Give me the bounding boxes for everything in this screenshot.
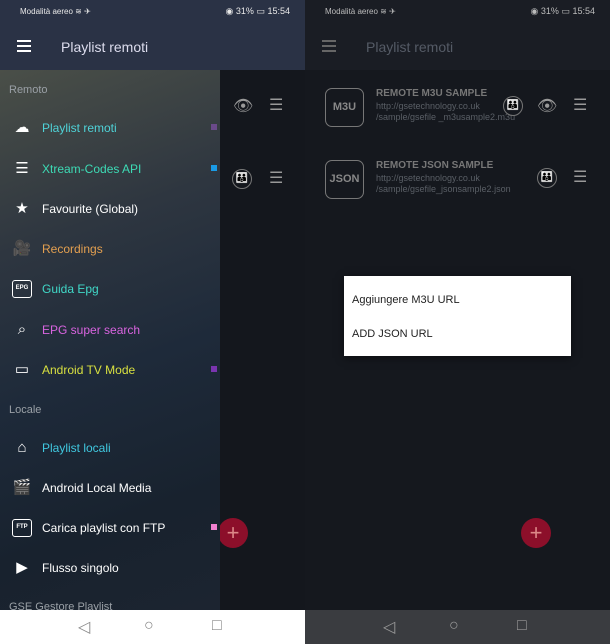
drawer-item[interactable]: FTP Carica playlist con FTP [0,510,220,546]
drawer-item-label: Guida Epg [42,282,99,296]
drawer-item[interactable]: ☁ Playlist remoti [0,110,220,146]
recents-button[interactable]: □ [212,617,222,635]
list-menu-icon[interactable]: ☰ [269,168,283,188]
drawer-item-label: Recordings [42,242,103,256]
list-menu-icon[interactable]: ☰ [269,95,283,115]
battery-icon: ▭ [561,6,570,16]
section-local: Locale [9,404,42,416]
playlist-title: REMOTE JSON SAMPLE [376,160,494,171]
search-icon: ⌕ [17,321,27,338]
battery-icon: ▭ [256,6,265,16]
drawer-item[interactable]: ▶ Flusso singolo [0,550,220,586]
clapper-icon: 🎬 [12,479,32,496]
clock: 15:54 [572,6,595,16]
json-logo: JSON [325,160,364,199]
drawer-item[interactable]: 🎥 Recordings [0,231,220,267]
playlist-card[interactable]: JSON REMOTE JSON SAMPLE http://gsetechno… [323,160,603,220]
toolbar-title: Playlist remoti [366,39,454,55]
drawer-item[interactable]: EPG Guida Epg [0,271,220,307]
playlist-url: http://gsetechnology.co.uk /sample/gsefi… [376,173,511,194]
airplane-icon: ✈ [84,7,91,16]
m3u-logo: M3U [325,88,364,127]
drawer-item-label: EPG super search [42,323,141,337]
drawer-item-label: Android Local Media [42,481,152,495]
battery-text: 31% [540,6,559,16]
back-button[interactable]: ◁ [78,617,90,637]
drawer-item[interactable]: 🎬 Android Local Media [0,470,220,506]
drawer-item-label: Xtream-Codes API [42,162,142,176]
navigation-drawer: Remoto Locale GSE Gestore Playlist ☁ Play… [0,70,220,613]
drawer-item-label: Playlist locali [42,441,111,455]
dialog-screen: Playlist remoti Modalità aereo ≋ ✈ ◉ 31%… [305,0,610,644]
eye-icon: ◉ [530,6,539,16]
toolbar-title: Playlist remoti [61,39,149,55]
drawer-item-label: Favourite (Global) [42,202,139,216]
playlist-title: REMOTE M3U SAMPLE [376,88,488,99]
menu-icon[interactable] [322,40,336,52]
wifi-icon: ≋ [380,7,387,16]
star-icon: ★ [15,200,29,217]
section-remote: Remoto [9,84,48,96]
play-icon: ▶ [16,559,28,576]
hide-icon[interactable]: 👁 [537,96,557,116]
drawer-item[interactable]: ★ Favourite (Global) [0,191,220,227]
battery-text: 31% [235,6,254,16]
server-icon: ☰ [15,160,29,177]
home-button[interactable]: ○ [144,617,154,635]
drawer-item-label: Android TV Mode [42,363,136,377]
home-icon: ⌂ [17,439,27,456]
wifi-icon: ≋ [75,7,82,16]
list-menu-icon[interactable]: ☰ [573,167,587,187]
epg-icon: EPG [12,280,32,298]
camera-icon: 🎥 [12,240,32,257]
back-button[interactable]: ◁ [383,617,395,637]
list-menu-icon[interactable]: ☰ [573,95,587,115]
status-bar: Modalità aereo ≋ ✈ ◉ 31% ▭ 15:54 [305,0,610,22]
add-url-dialog: Aggiungere M3U URL ADD JSON URL [344,276,571,356]
parental-icon[interactable]: 👪 [232,168,252,189]
drawer-item[interactable]: ▭ Android TV Mode [0,352,220,388]
ftp-icon: FTP [12,519,32,537]
drawer-item-label: Carica playlist con FTP [42,521,166,535]
eye-icon: ◉ [225,6,234,16]
add-fab[interactable]: + [521,518,551,548]
hide-icon[interactable]: 👁 [233,96,253,116]
system-nav-bar: ◁ ○ □ [305,610,610,644]
add-json-url-option[interactable]: ADD JSON URL [352,328,433,340]
drawer-item-label: Playlist remoti [42,121,117,135]
indicator-dot [211,524,217,530]
drawer-item[interactable]: ⌕ EPG super search [0,312,220,348]
indicator-dot [211,124,217,130]
indicator-dot [211,165,217,171]
add-m3u-url-option[interactable]: Aggiungere M3U URL [352,294,460,306]
indicator-dot [211,366,217,372]
airplane-mode-text: Modalità aereo [325,7,378,16]
system-nav-bar: ◁ ○ □ [0,610,305,644]
parental-icon[interactable]: 👪 [537,168,557,188]
drawer-item[interactable]: ⌂ Playlist locali [0,430,220,466]
tv-icon: ▭ [14,361,30,378]
recents-button[interactable]: □ [517,617,527,635]
clock: 15:54 [267,6,290,16]
home-button[interactable]: ○ [449,617,459,635]
drawer-item-label: Flusso singolo [42,561,119,575]
playlist-card[interactable]: M3U REMOTE M3U SAMPLE http://gsetechnolo… [323,88,603,148]
menu-icon[interactable] [17,40,31,52]
drawer-open-screen: Playlist remoti Modalità aereo ≋ ✈ ◉ 31%… [0,0,305,644]
status-bar: Modalità aereo ≋ ✈ ◉ 31% ▭ 15:54 [0,0,305,22]
airplane-icon: ✈ [389,7,396,16]
airplane-mode-text: Modalità aereo [20,7,73,16]
parental-icon[interactable]: 👪 [503,96,523,116]
cloud-icon: ☁ [14,119,30,136]
add-fab[interactable]: + [218,518,248,548]
drawer-item[interactable]: ☰ Xtream-Codes API [0,151,220,187]
